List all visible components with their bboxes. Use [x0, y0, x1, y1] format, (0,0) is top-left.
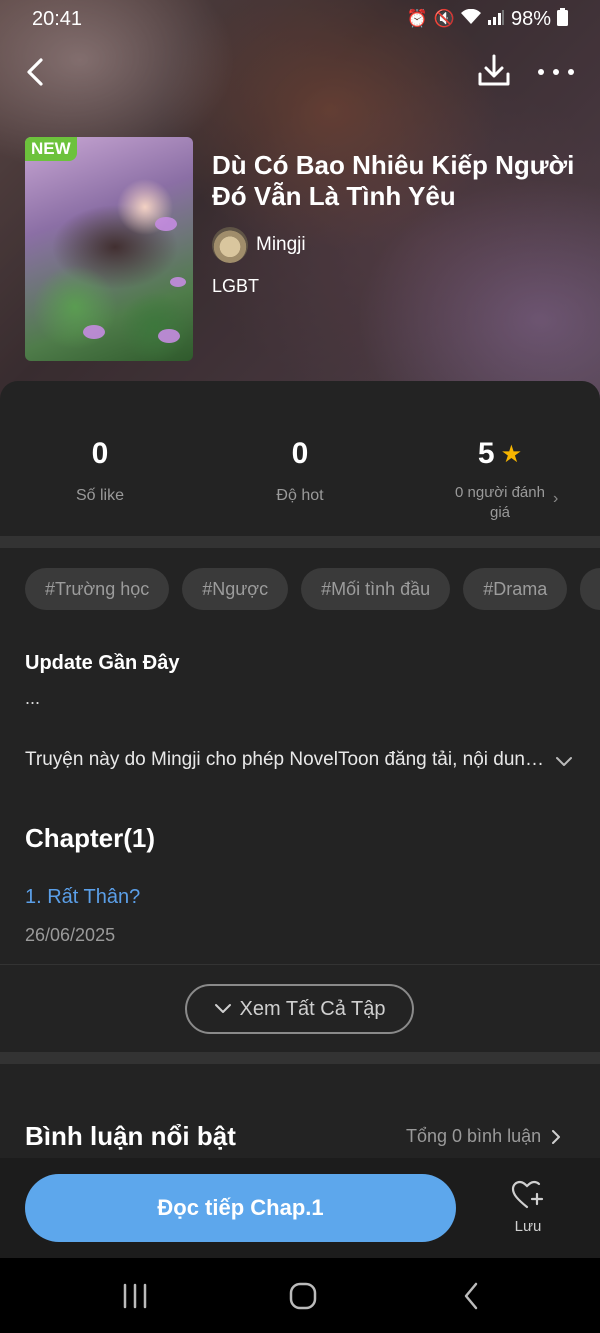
- comments-heading: Bình luận nổi bật: [25, 1121, 236, 1151]
- download-button[interactable]: [476, 52, 512, 92]
- see-all-chapters-button[interactable]: Xem Tất Cả Tập: [185, 984, 414, 1034]
- system-back-button[interactable]: [451, 1278, 491, 1314]
- back-button[interactable]: [20, 50, 50, 94]
- more-icon: [538, 69, 544, 75]
- chapter-item-title[interactable]: 1. Rất Thân?: [25, 886, 140, 909]
- author-row[interactable]: Mingji: [212, 227, 306, 263]
- chevron-right-icon: ›: [553, 490, 559, 507]
- stat-hot: 0 Độ hot: [200, 437, 400, 505]
- section-divider: [0, 1052, 600, 1064]
- new-badge: NEW: [25, 137, 77, 161]
- chapter-item-date: 26/06/2025: [25, 925, 116, 945]
- hot-label: Độ hot: [276, 487, 324, 504]
- chevron-right-icon: [552, 1129, 561, 1144]
- tag-chip[interactable]: #Trường học: [25, 568, 170, 610]
- tag-chip[interactable]: #Ngược: [182, 568, 289, 610]
- home-button[interactable]: [283, 1278, 323, 1314]
- back-icon: [464, 1282, 478, 1310]
- save-button[interactable]: Lưu: [498, 1180, 558, 1235]
- comments-total-label: Tổng 0 bình luận: [406, 1126, 542, 1146]
- heart-plus-icon: [511, 1180, 544, 1209]
- genre-label[interactable]: LGBT: [212, 276, 259, 297]
- chapter-heading: Chapter(1): [25, 823, 156, 853]
- rating-score-row: 5 ★: [400, 437, 600, 471]
- signal-icon: [487, 9, 505, 30]
- book-title: Dù Có Bao Nhiêu Kiếp Người Đó Vẫn Là Tìn…: [212, 150, 575, 211]
- stats-panel: 0 Số like 0 Độ hot 5 ★ 0 người đánh giá: [0, 381, 600, 536]
- battery-icon: [557, 7, 568, 31]
- author-name: Mingji: [256, 234, 306, 255]
- comments-total-link[interactable]: Tổng 0 bình luận: [406, 1126, 561, 1147]
- back-icon: [27, 58, 43, 86]
- star-icon: ★: [500, 440, 523, 468]
- rating-score: 5: [477, 437, 495, 470]
- stat-likes: 0 Số like: [0, 437, 200, 505]
- system-navigation-bar: [0, 1258, 600, 1333]
- expand-description-button[interactable]: [554, 752, 574, 772]
- tag-chip[interactable]: #Drama: [463, 568, 568, 610]
- status-time: 20:41: [32, 7, 83, 30]
- status-icons: ⏰ 🔇 98%: [406, 7, 568, 31]
- status-bar: 20:41 ⏰ 🔇 98%: [0, 0, 600, 38]
- mute-icon: 🔇: [433, 9, 455, 28]
- more-options-button[interactable]: [538, 58, 574, 86]
- update-content: ...: [25, 688, 41, 708]
- likes-count: 0: [91, 437, 109, 470]
- alarm-icon: ⏰: [406, 9, 428, 28]
- download-icon: [478, 54, 510, 86]
- author-avatar: [212, 227, 248, 263]
- top-action-bar: [0, 50, 600, 94]
- continue-reading-button[interactable]: Đọc tiếp Chap.1: [25, 1174, 456, 1242]
- hot-count: 0: [291, 437, 309, 470]
- likes-label: Số like: [75, 487, 125, 504]
- save-label: Lưu: [514, 1218, 542, 1235]
- wifi-icon: [460, 8, 481, 30]
- recent-apps-icon: [123, 1283, 147, 1309]
- book-cover-image[interactable]: [25, 137, 193, 361]
- section-divider: [0, 536, 600, 548]
- battery-percent: 98%: [510, 7, 551, 30]
- tag-chip[interactable]: #Mối tình đầu: [301, 568, 451, 610]
- stat-rating[interactable]: 5 ★ 0 người đánh giá: [400, 437, 600, 523]
- recent-apps-button[interactable]: [115, 1278, 155, 1314]
- tag-list: #Trường học #Ngược #Mối tình đầu #Drama: [25, 568, 600, 612]
- rating-label: 0 người đánh giá: [455, 484, 545, 521]
- see-all-label: Xem Tất Cả Tập: [239, 997, 386, 1020]
- chevron-down-icon: [556, 757, 572, 766]
- description-text[interactable]: Truyện này do Mingji cho phép NovelToon …: [25, 749, 550, 771]
- tag-chip-partial[interactable]: [580, 568, 600, 610]
- home-icon: [289, 1282, 317, 1310]
- chevron-down-icon: [214, 1004, 231, 1013]
- chapter-divider: [0, 964, 600, 965]
- update-heading: Update Gần Đây: [25, 652, 180, 674]
